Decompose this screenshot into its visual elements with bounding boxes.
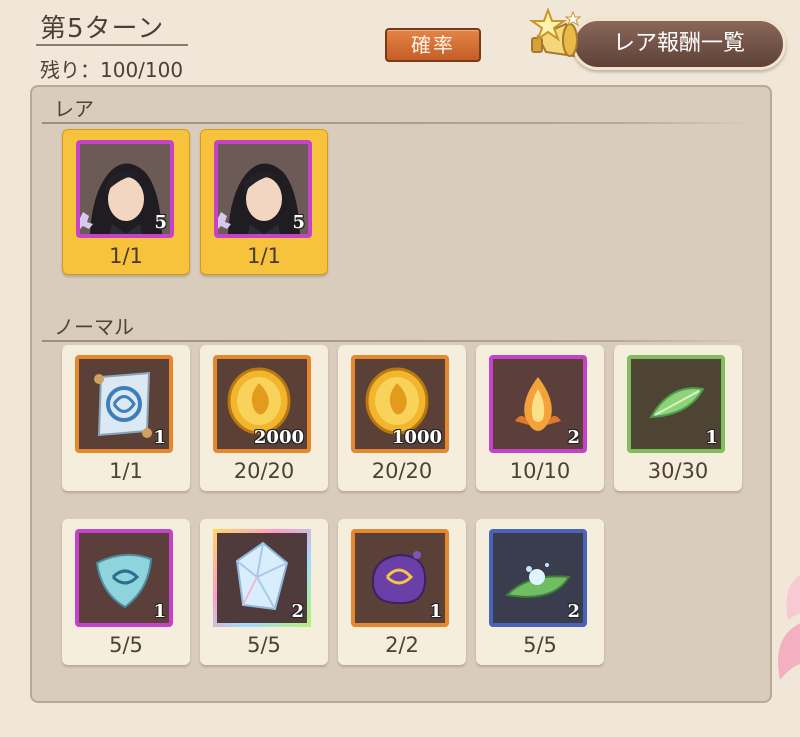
rewards-panel: レア 5 1/1 5 1/1 ノーマル 1 1/1 2000 20/20 100… [30, 85, 772, 703]
normal-reward-card[interactable]: 2000 20/20 [200, 345, 328, 491]
item-quantity: 2 [567, 427, 580, 448]
remaining-label: 残り： [40, 58, 100, 82]
item-quantity: 2 [567, 601, 580, 622]
normal-reward-card[interactable]: 1000 20/20 [338, 345, 466, 491]
item-quantity: 5 [292, 212, 305, 233]
item-quantity: 1 [429, 601, 442, 622]
item-count: 2/2 [385, 633, 419, 657]
rare-reward-card[interactable]: 5 1/1 [200, 129, 328, 275]
card-frame: 2000 [213, 355, 311, 453]
item-count: 1/1 [247, 244, 281, 268]
remaining-counter: 残り：100/100 [40, 54, 183, 83]
item-count: 20/20 [233, 459, 295, 483]
item-quantity: 2000 [253, 427, 304, 448]
card-frame: 1 [75, 529, 173, 627]
card-frame: 5 [76, 140, 174, 238]
normal-reward-card[interactable]: 2 10/10 [476, 345, 604, 491]
rare-rewards-list-button[interactable]: レア報酬一覧 [572, 18, 786, 70]
item-quantity: 1 [705, 427, 718, 448]
item-count: 1/1 [109, 459, 143, 483]
item-count: 5/5 [523, 633, 557, 657]
normal-section-divider [42, 340, 754, 342]
rare-section-divider [42, 122, 754, 124]
normal-section-label: ノーマル [54, 315, 134, 339]
remaining-value: 100/100 [100, 58, 184, 82]
item-count: 10/10 [509, 459, 571, 483]
normal-reward-card[interactable]: 2 5/5 [200, 519, 328, 665]
card-frame: 2 [213, 529, 311, 627]
normal-reward-card[interactable]: 1 30/30 [614, 345, 742, 491]
normal-reward-card[interactable]: 1 2/2 [338, 519, 466, 665]
item-count: 30/30 [647, 459, 709, 483]
pink-flower-decoration-icon [778, 575, 800, 680]
probability-button[interactable]: 確率 [385, 28, 481, 62]
normal-reward-card[interactable]: 2 5/5 [476, 519, 604, 665]
item-quantity: 2 [291, 601, 304, 622]
item-count: 20/20 [371, 459, 433, 483]
rare-section-label: レア [54, 97, 94, 121]
item-quantity: 1000 [391, 427, 442, 448]
card-frame: 1000 [351, 355, 449, 453]
star-megaphone-icon[interactable] [518, 6, 592, 80]
card-frame: 2 [489, 355, 587, 453]
item-quantity: 1 [153, 427, 166, 448]
item-count: 5/5 [247, 633, 281, 657]
card-frame: 1 [75, 355, 173, 453]
item-quantity: 1 [153, 601, 166, 622]
title-underline [36, 44, 188, 46]
turn-title: 第5ターン [40, 14, 165, 44]
card-frame: 5 [214, 140, 312, 238]
card-frame: 1 [351, 529, 449, 627]
item-quantity: 5 [154, 212, 167, 233]
item-count: 1/1 [109, 244, 143, 268]
rare-reward-card[interactable]: 5 1/1 [62, 129, 190, 275]
card-frame: 2 [489, 529, 587, 627]
normal-reward-card[interactable]: 1 5/5 [62, 519, 190, 665]
card-frame: 1 [627, 355, 725, 453]
normal-reward-card[interactable]: 1 1/1 [62, 345, 190, 491]
item-count: 5/5 [109, 633, 143, 657]
